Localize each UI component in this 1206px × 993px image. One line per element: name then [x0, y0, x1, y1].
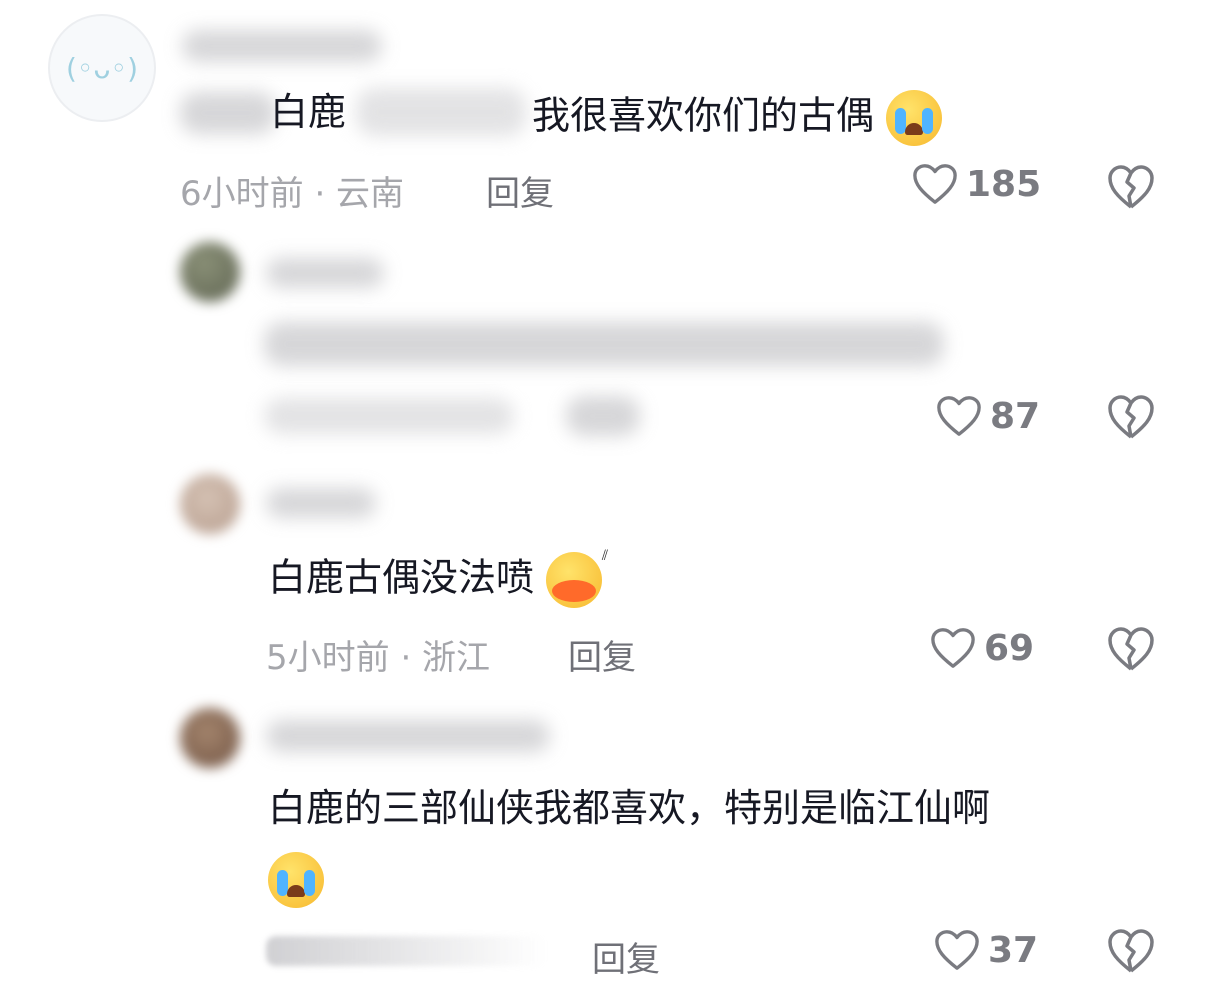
reply-button[interactable]: 回复: [486, 166, 554, 215]
like-button[interactable]: 185: [912, 162, 1041, 206]
broken-heart-icon[interactable]: [1106, 163, 1156, 211]
broken-heart-icon[interactable]: [1106, 625, 1156, 673]
username-redacted[interactable]: [266, 720, 550, 752]
avatar[interactable]: [180, 474, 240, 534]
angel-doodle-icon: (◦ᴗ◦): [65, 51, 138, 85]
like-count: 87: [990, 395, 1041, 437]
redacted-time-location: [266, 936, 546, 966]
comment-text: 白鹿古偶没法喷 ⫽: [268, 548, 608, 608]
heart-outline-icon: [913, 164, 957, 204]
comment-time-location: 6小时前 · 云南: [180, 174, 405, 214]
username-redacted[interactable]: [266, 488, 376, 518]
like-count: 37: [988, 929, 1039, 971]
redacted-comment-text: [264, 322, 944, 366]
like-button[interactable]: 87: [936, 394, 1040, 438]
reply-button[interactable]: [566, 396, 640, 436]
crying-face-icon: [268, 852, 324, 908]
duck-face-icon: ⫽: [546, 548, 608, 608]
avatar[interactable]: [180, 708, 240, 768]
like-count: 69: [984, 627, 1035, 669]
comment-list: (◦ᴗ◦) 白鹿 我很喜欢你们的古偶 6小时前 · 云南 回复 185 87 白…: [0, 0, 1206, 993]
heart-outline-icon: [931, 628, 975, 668]
reply-button[interactable]: 回复: [568, 630, 636, 679]
heart-outline-icon: [935, 930, 979, 970]
comment-time-location: 5小时前 · 浙江: [266, 638, 491, 678]
crying-face-icon: [886, 90, 943, 146]
comment-text: 白鹿的三部仙侠我都喜欢，特别是临江仙啊: [268, 786, 991, 830]
redacted-text: [180, 92, 276, 134]
like-button[interactable]: 69: [930, 626, 1034, 670]
comment-text-part: 白鹿: [270, 90, 347, 134]
redacted-time-location: [264, 398, 514, 434]
broken-heart-icon[interactable]: [1106, 927, 1156, 975]
like-count: 185: [966, 163, 1042, 205]
reply-button[interactable]: 回复: [592, 932, 660, 981]
comment-text-part: 我很喜欢你们的古偶: [532, 90, 943, 146]
broken-heart-icon[interactable]: [1106, 393, 1156, 441]
username-redacted[interactable]: [266, 258, 384, 288]
heart-outline-icon: [937, 396, 981, 436]
avatar[interactable]: [180, 242, 240, 302]
like-button[interactable]: 37: [934, 928, 1038, 972]
comment-text-emoji-line: [268, 852, 324, 908]
avatar[interactable]: (◦ᴗ◦): [48, 14, 156, 122]
username-redacted[interactable]: [182, 30, 382, 62]
redacted-text: [356, 88, 526, 136]
